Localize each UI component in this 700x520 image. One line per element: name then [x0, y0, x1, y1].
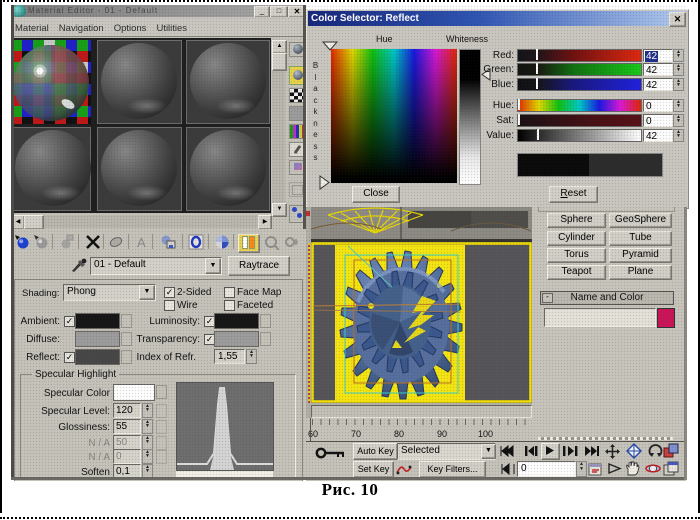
- svg-text:A: A: [137, 235, 146, 250]
